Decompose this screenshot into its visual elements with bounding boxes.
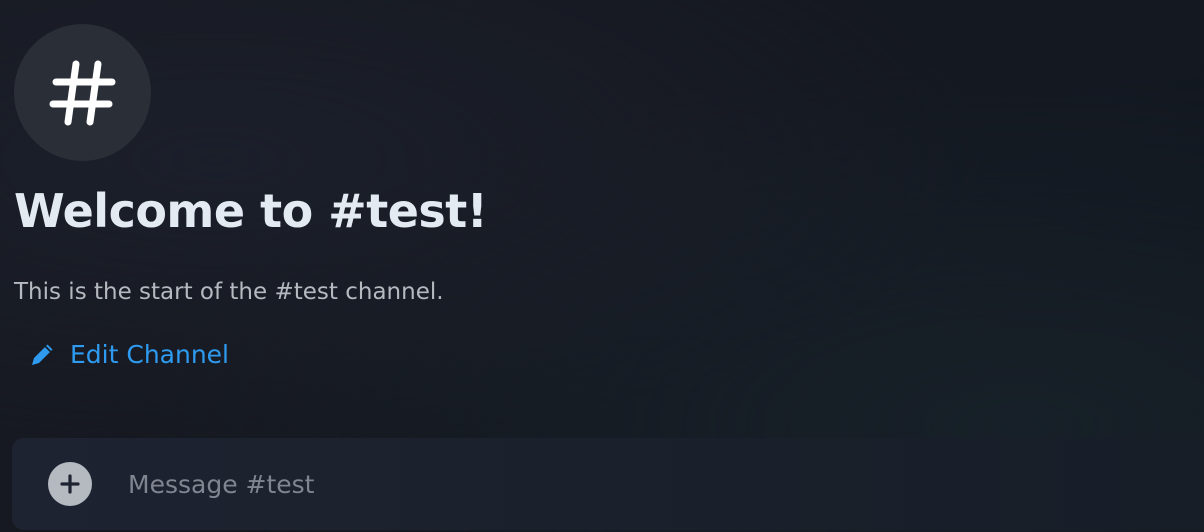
welcome-subtitle: This is the start of the #test channel. bbox=[14, 279, 444, 305]
message-composer bbox=[12, 438, 1204, 530]
channel-avatar bbox=[14, 24, 151, 161]
plus-icon bbox=[60, 474, 80, 494]
welcome-title: Welcome to #test! bbox=[14, 184, 488, 238]
message-input[interactable] bbox=[126, 468, 1204, 500]
pencil-icon bbox=[32, 344, 53, 365]
edit-channel-label: Edit Channel bbox=[70, 340, 229, 369]
attach-button[interactable] bbox=[48, 462, 92, 506]
hash-icon bbox=[49, 60, 115, 125]
edit-channel-button[interactable]: Edit Channel bbox=[28, 340, 229, 369]
